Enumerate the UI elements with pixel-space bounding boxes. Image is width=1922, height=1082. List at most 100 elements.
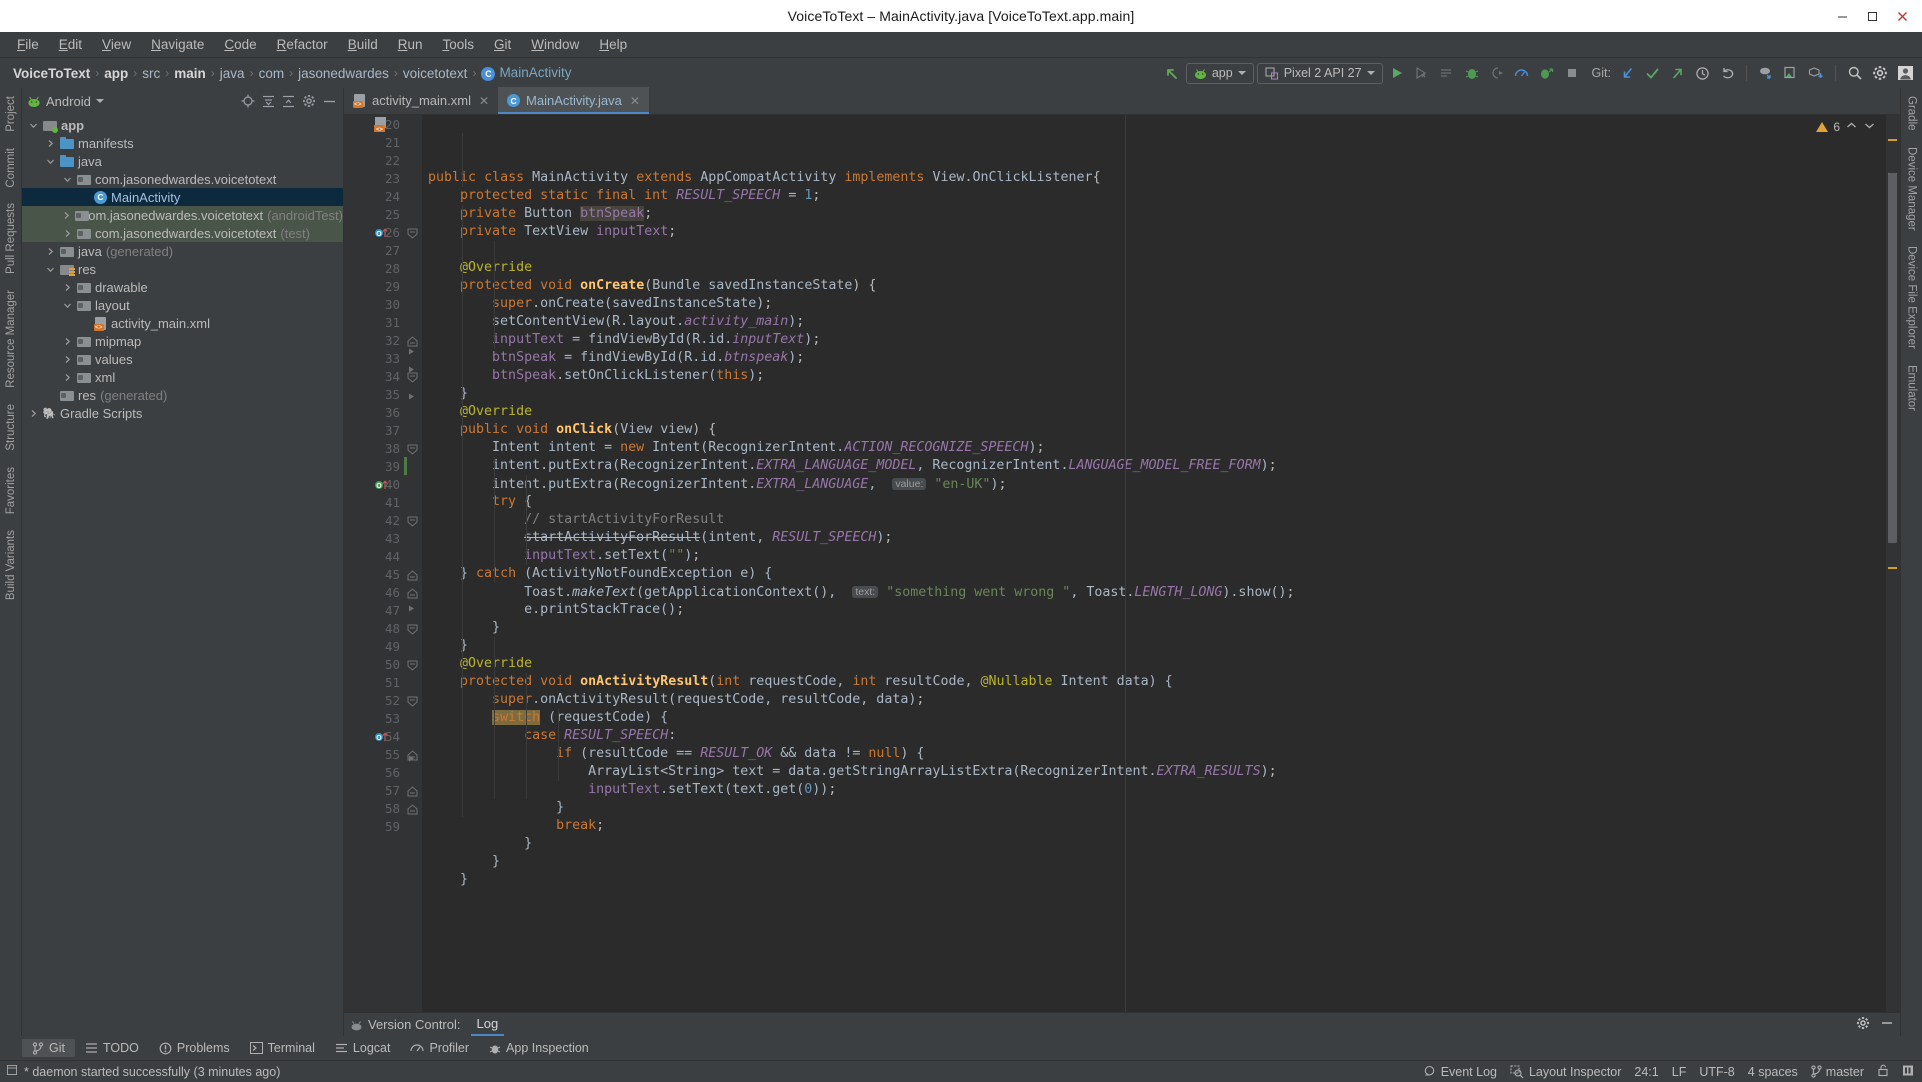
code-line[interactable]: } (428, 385, 1886, 403)
breadcrumb-item-java[interactable]: java (217, 66, 248, 81)
caret-position[interactable]: 24:1 (1634, 1065, 1658, 1079)
apply-changes-icon[interactable] (1411, 62, 1433, 84)
code-line[interactable]: public class MainActivity extends AppCom… (428, 169, 1886, 187)
tree-node-mipmap[interactable]: mipmap (22, 332, 343, 350)
git-update-icon[interactable] (1616, 62, 1638, 84)
menu-refactor[interactable]: Refactor (268, 34, 337, 55)
chevron-right-icon[interactable] (28, 409, 39, 418)
gear-icon[interactable] (302, 94, 316, 108)
breadcrumb-item-mainactivity[interactable]: C MainActivity (478, 65, 574, 81)
next-problem-icon[interactable] (1863, 119, 1876, 135)
git-push-icon[interactable] (1666, 62, 1688, 84)
profiler-icon[interactable] (1511, 62, 1533, 84)
bottom-tab-profiler[interactable]: Profiler (400, 1039, 479, 1057)
bottom-tab-problems[interactable]: Problems (149, 1039, 240, 1057)
gear-icon[interactable] (1856, 1016, 1870, 1033)
tool-window-commit[interactable]: Commit (2, 140, 20, 196)
code-editor[interactable]: public class MainActivity extends AppCom… (422, 115, 1886, 1012)
breadcrumb-item-com[interactable]: com (256, 66, 288, 81)
tree-node-xml[interactable]: xml (22, 368, 343, 386)
tool-window-device-file-explorer[interactable]: Device File Explorer (1903, 238, 1921, 357)
layout-file-marker[interactable]: <> (374, 117, 388, 135)
code-line[interactable]: Intent intent = new Intent(RecognizerInt… (428, 439, 1886, 457)
tool-window-build-variants[interactable]: Build Variants (2, 522, 20, 608)
code-line[interactable]: if (resultCode == RESULT_OK && data != n… (428, 745, 1886, 763)
fold-end-icon[interactable] (407, 587, 418, 602)
code-line[interactable]: protected static final int RESULT_SPEECH… (428, 187, 1886, 205)
bottom-tab-terminal[interactable]: Terminal (240, 1039, 325, 1057)
sdk-manager-icon[interactable] (1755, 62, 1777, 84)
code-line[interactable]: startActivityForResult(intent, RESULT_SP… (428, 529, 1886, 547)
debug-icon[interactable] (1461, 62, 1483, 84)
breadcrumb-item-voicetotext[interactable]: voicetotext (400, 66, 471, 81)
select-opened-file-icon[interactable] (241, 94, 255, 108)
line-number[interactable]: 49 (344, 637, 404, 655)
indent-setting[interactable]: 4 spaces (1748, 1065, 1798, 1079)
code-line[interactable]: protected void onCreate(Bundle savedInst… (428, 277, 1886, 295)
chevron-right-icon[interactable] (62, 211, 71, 220)
tree-node-java[interactable]: java (22, 152, 343, 170)
code-folding-gutter[interactable] (404, 115, 422, 1012)
fold-expand-icon[interactable] (407, 601, 416, 616)
code-line[interactable]: Toast.makeText(getApplicationContext(), … (428, 583, 1886, 601)
maximize-button[interactable] (1858, 3, 1886, 29)
line-number[interactable]: 38 (344, 439, 404, 457)
settings-icon[interactable] (1869, 62, 1891, 84)
chevron-down-icon[interactable] (45, 157, 56, 166)
line-number[interactable]: 25 (344, 205, 404, 223)
tree-node-com-jasonedwardes-voicetotext[interactable]: com.jasonedwardes.voicetotext (test) (22, 224, 343, 242)
error-stripe-scrollbar[interactable] (1886, 115, 1900, 1012)
tree-node-manifests[interactable]: manifests (22, 134, 343, 152)
line-number[interactable]: 30 (344, 295, 404, 313)
tree-node-layout[interactable]: layout (22, 296, 343, 314)
line-number[interactable]: 59 (344, 817, 404, 835)
code-line[interactable]: case RESULT_SPEECH: (428, 727, 1886, 745)
code-line[interactable]: switch (requestCode) { (428, 709, 1886, 727)
chevron-right-icon[interactable] (45, 247, 56, 256)
chevron-right-icon[interactable] (62, 229, 73, 238)
code-line[interactable]: @Override (428, 655, 1886, 673)
tree-node-com-jasonedwardes-voicetotext[interactable]: com.jasonedwardes.voicetotext (androidTe… (22, 206, 343, 224)
previous-problem-icon[interactable] (1845, 119, 1858, 135)
chevron-down-icon[interactable] (62, 175, 73, 184)
breadcrumb-item-src[interactable]: src (139, 66, 163, 81)
search-everywhere-icon[interactable] (1844, 62, 1866, 84)
code-line[interactable]: super.onActivityResult(requestCode, resu… (428, 691, 1886, 709)
run-instant-icon[interactable] (1536, 62, 1558, 84)
unlocked-icon[interactable] (1877, 1064, 1889, 1080)
menu-code[interactable]: Code (215, 34, 265, 55)
line-number[interactable]: 24 (344, 187, 404, 205)
line-number[interactable]: 42 (344, 511, 404, 529)
line-number[interactable]: 46 (344, 583, 404, 601)
code-line[interactable]: intent.putExtra(RecognizerIntent.EXTRA_L… (428, 457, 1886, 475)
tree-node-mainactivity[interactable]: C MainActivity (22, 188, 343, 206)
vcs-change-marker[interactable] (404, 457, 407, 475)
line-number[interactable]: 44 (344, 547, 404, 565)
collapse-all-icon[interactable] (282, 95, 295, 108)
layout-inspector-button[interactable]: Layout Inspector (1510, 1065, 1621, 1079)
code-line[interactable]: } catch (ActivityNotFoundException e) { (428, 565, 1886, 583)
code-line[interactable]: break; (428, 817, 1886, 835)
gradle-sync-icon[interactable] (1805, 62, 1827, 84)
bottom-tab-app-inspection[interactable]: App Inspection (479, 1039, 599, 1057)
tree-node-app[interactable]: app (22, 116, 343, 134)
tree-node-drawable[interactable]: drawable (22, 278, 343, 296)
code-line[interactable]: @Override (428, 259, 1886, 277)
tree-node-java[interactable]: java (generated) (22, 242, 343, 260)
tool-window-project[interactable]: Project (2, 88, 20, 140)
line-number[interactable]: 37 (344, 421, 404, 439)
apply-code-changes-icon[interactable] (1436, 62, 1458, 84)
line-number[interactable]: 51 (344, 673, 404, 691)
tool-window-emulator[interactable]: Emulator (1903, 357, 1921, 419)
code-line[interactable]: ArrayList<String> text = data.getStringA… (428, 763, 1886, 781)
code-line[interactable]: setContentView(R.layout.activity_main); (428, 313, 1886, 331)
inspection-widget[interactable]: 6 (1816, 119, 1876, 135)
code-line[interactable]: } (428, 619, 1886, 637)
tree-node-values[interactable]: values (22, 350, 343, 368)
menu-build[interactable]: Build (339, 34, 387, 55)
line-number[interactable]: 36 (344, 403, 404, 421)
bottom-tab-git[interactable]: Git (22, 1039, 75, 1057)
git-commit-icon[interactable] (1641, 62, 1663, 84)
code-line[interactable]: public void onClick(View view) { (428, 421, 1886, 439)
tool-window-pull-requests[interactable]: Pull Requests (2, 195, 20, 282)
